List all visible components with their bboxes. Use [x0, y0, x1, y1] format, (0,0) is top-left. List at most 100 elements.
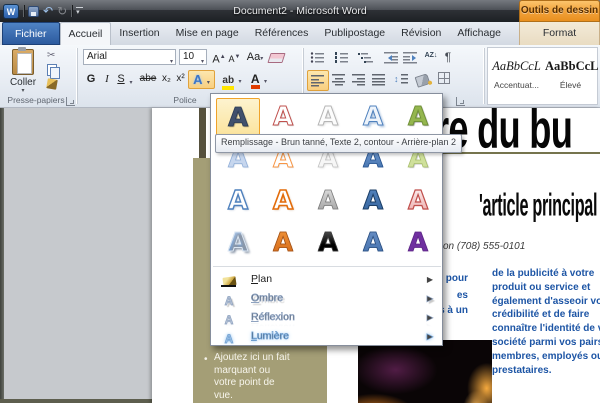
- sort-icon[interactable]: AZ↓: [424, 52, 438, 60]
- text-effect-outline-blue-shadow[interactable]: A: [351, 98, 395, 138]
- submenu-arrow-icon: ▶: [427, 308, 433, 327]
- effect-tooltip: Remplissage - Brun tanné, Texte 2, conto…: [215, 134, 462, 153]
- bullets-icon[interactable]: [310, 51, 325, 64]
- effect-letter: A: [408, 224, 428, 262]
- decrease-indent-icon[interactable]: [384, 51, 399, 64]
- multilevel-list-icon[interactable]: [358, 51, 373, 64]
- tab-révision[interactable]: Révision: [393, 22, 449, 45]
- text-effect-fill-brun-tanne-texte2-contour-arriere-plan2[interactable]: A: [216, 98, 260, 138]
- redo-icon[interactable]: ↻: [57, 5, 67, 17]
- strikethrough-button[interactable]: abe: [137, 71, 159, 87]
- grow-font-button[interactable]: A▲: [211, 49, 227, 68]
- menu-item-lumiere[interactable]: ALumière▶: [213, 327, 441, 346]
- align-left-button[interactable]: [307, 70, 329, 91]
- tab-mise-en-page[interactable]: Mise en page: [168, 22, 247, 45]
- text-effect-outline-red[interactable]: A: [261, 98, 305, 138]
- text-effect-gradient-red-outline[interactable]: A: [396, 182, 440, 222]
- shrink-font-button[interactable]: A▼: [227, 49, 242, 67]
- tab-format[interactable]: Format: [520, 22, 599, 45]
- tab-affichage[interactable]: Affichage: [449, 22, 509, 45]
- paste-label: Coller: [4, 77, 42, 88]
- superscript-button[interactable]: x²: [173, 71, 188, 87]
- text-effects-dropdown: AAAAAAAAAAAAAAAAAAAA Plan▶AOmbre▶ARéflex…: [210, 93, 443, 346]
- customize-quick-access-icon[interactable]: ▾: [76, 7, 83, 16]
- bold-button[interactable]: G: [84, 71, 98, 87]
- effect-letter: A: [318, 224, 338, 262]
- change-case-button[interactable]: Aa▾: [245, 49, 265, 67]
- menu-item-label: Lumière: [251, 327, 289, 346]
- underline-menu-arrow[interactable]: ▾: [127, 75, 135, 91]
- underline-button[interactable]: S: [115, 71, 127, 87]
- style-accentuation[interactable]: AaBbCcL Accentuat...: [491, 51, 542, 101]
- clipboard-icon: [12, 49, 34, 75]
- tab-références[interactable]: Références: [247, 22, 317, 45]
- menu-item-label: Plan: [251, 270, 272, 289]
- bullet-icon: •: [204, 354, 208, 365]
- copy-icon[interactable]: [47, 64, 69, 76]
- tab-accueil[interactable]: Accueil: [60, 22, 112, 45]
- text-effect-gradient-blue-reflection[interactable]: A: [216, 224, 260, 264]
- font-family-combo[interactable]: Arial▾: [83, 49, 176, 65]
- increase-indent-icon[interactable]: [403, 51, 418, 64]
- effect-letter: A: [318, 98, 338, 136]
- style-preview: AaBbCcL: [545, 59, 596, 74]
- word-logo-icon: W: [3, 4, 19, 19]
- menu-separator: [213, 266, 441, 267]
- clear-formatting-button[interactable]: [268, 52, 284, 68]
- shading-icon[interactable]: [416, 73, 429, 91]
- text-effect-outline-white[interactable]: A: [306, 98, 350, 138]
- show-paragraph-marks-icon[interactable]: ¶: [441, 49, 455, 65]
- text-effects-button[interactable]: A ▾: [188, 70, 215, 89]
- outline-pen-icon: [221, 272, 237, 287]
- numbering-icon[interactable]: [334, 51, 349, 64]
- font-color-button[interactable]: A ▾: [248, 70, 270, 89]
- cut-icon[interactable]: ✂: [47, 50, 69, 62]
- tab-publipostage[interactable]: Publipostage: [316, 22, 393, 45]
- save-icon[interactable]: [28, 6, 39, 17]
- effect-letter: A: [318, 182, 338, 220]
- masthead-accent-bar: [199, 108, 206, 158]
- text-effect-fill-blue-reflection[interactable]: A: [351, 224, 395, 264]
- effect-letter: A: [363, 98, 383, 136]
- paragraph-dialog-launcher[interactable]: [456, 97, 465, 106]
- menu-item-ombre[interactable]: AOmbre▶: [213, 289, 441, 308]
- ribbon-tabs: FichierAccueilInsertionMise en pageRéfér…: [0, 22, 600, 45]
- contextual-tab-group-header[interactable]: Outils de dessin: [519, 0, 600, 22]
- text-effect-outline-blue-thick[interactable]: A: [216, 182, 260, 222]
- tab-fichier[interactable]: Fichier: [2, 22, 60, 45]
- highlight-icon: ab: [222, 75, 234, 90]
- window-title: Document2 - Microsoft Word: [0, 0, 600, 22]
- line-spacing-icon[interactable]: ↕: [394, 73, 409, 86]
- text-effect-fill-purple-reflection[interactable]: A: [396, 224, 440, 264]
- text-effect-gradient-gray[interactable]: A: [306, 182, 350, 222]
- font-size-combo[interactable]: 10▾: [179, 49, 207, 65]
- menu-item-plan[interactable]: Plan▶: [213, 270, 441, 289]
- text-effect-fill-black-bevel-reflection[interactable]: A: [306, 224, 350, 264]
- newsletter-photo: [358, 340, 492, 403]
- menu-item-reflexion[interactable]: ARéflexion▶: [213, 308, 441, 327]
- clipboard-dialog-launcher[interactable]: [66, 97, 75, 106]
- subscript-button[interactable]: x₂: [159, 71, 174, 87]
- align-center-icon[interactable]: [332, 73, 347, 86]
- tab-insertion[interactable]: Insertion: [111, 22, 167, 45]
- effect-letter: A: [273, 224, 293, 262]
- justify-icon[interactable]: [372, 73, 387, 86]
- chevron-down-icon: ▾: [4, 88, 42, 94]
- effect-letter: A: [363, 182, 383, 220]
- text-effect-outline-orange-thick[interactable]: A: [261, 182, 305, 222]
- undo-icon[interactable]: ↶: [43, 5, 53, 17]
- italic-button[interactable]: I: [101, 71, 113, 87]
- borders-icon[interactable]: [438, 72, 450, 84]
- shadow-a-icon: A: [221, 291, 237, 306]
- font-color-icon: A: [251, 73, 260, 89]
- text-effect-fill-olive-green[interactable]: A: [396, 98, 440, 138]
- paste-button[interactable]: Coller ▾: [4, 49, 42, 93]
- effect-letter: A: [228, 99, 248, 137]
- sidebar-bullet-text: Ajoutez ici un fait marquant ou votre po…: [214, 352, 294, 402]
- text-effect-fill-orange-reflection[interactable]: A: [261, 224, 305, 264]
- highlight-color-button[interactable]: ab ▾: [220, 70, 244, 89]
- text-effect-gradient-blue-dark[interactable]: A: [351, 182, 395, 222]
- align-right-icon[interactable]: [352, 73, 367, 86]
- format-painter-icon[interactable]: [47, 79, 69, 91]
- style-eleve[interactable]: AaBbCcL Élevé: [545, 51, 596, 101]
